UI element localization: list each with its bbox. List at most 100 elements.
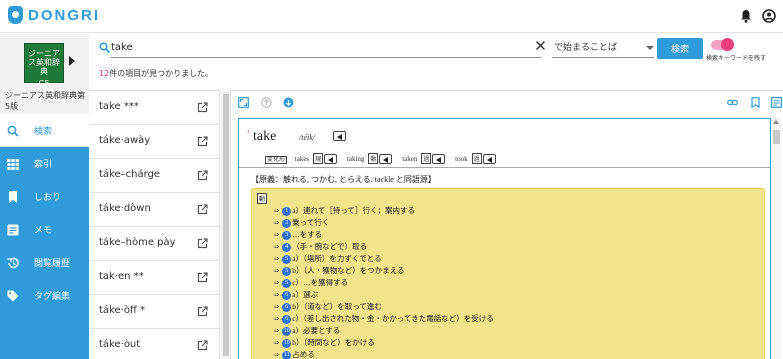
expand-icon[interactable]: [238, 97, 249, 108]
word-label: táke·òut: [99, 339, 141, 350]
sidebar-item-bookmarks[interactable]: しおり: [0, 180, 89, 213]
match-mode-select[interactable]: で始まることば: [552, 38, 654, 58]
speaker-icon[interactable]: [333, 131, 346, 141]
logo-text: DONGRI: [28, 6, 100, 24]
sidebar-item-label: 検索: [34, 127, 53, 137]
form-word: takes: [294, 155, 310, 163]
app-logo[interactable]: DONGRI: [8, 6, 100, 24]
list-item[interactable]: táke–hòme pày: [89, 227, 220, 261]
word-label: táke·dòwn: [99, 203, 151, 214]
speaker-icon[interactable]: [432, 154, 446, 165]
search-input[interactable]: [111, 38, 541, 58]
arrow-down-icon[interactable]: [283, 97, 294, 108]
sense-item[interactable]: ⇒ 2 乗って行く: [273, 217, 329, 228]
account-icon[interactable]: [762, 9, 776, 23]
bookmark-icon: [9, 190, 17, 203]
sense-item[interactable]: ⇒ 6 a）選ぶ: [273, 289, 318, 300]
sidebar-item-label: タグ編集: [34, 292, 71, 302]
sense-text: 乗って行く: [292, 218, 330, 227]
word-label: táke–hòme pày: [99, 237, 176, 248]
cover-edition: G5: [38, 79, 50, 88]
entry-scrollbar[interactable]: [772, 118, 781, 359]
keep-keyword-toggle[interactable]: [711, 38, 734, 51]
sidebar-item-history[interactable]: 閲覧履歴: [0, 246, 89, 279]
open-external-icon[interactable]: [197, 204, 208, 215]
forms-tag: 変化形: [265, 156, 288, 164]
sense-text: a）連れて［持って］行く；案内する: [292, 206, 416, 215]
search-button[interactable]: 検索: [657, 38, 703, 59]
link-icon[interactable]: [727, 97, 738, 108]
sense-item[interactable]: ⇒ 6 c）（差し出された物・金・かかってきた電話など）を受ける: [273, 313, 494, 324]
close-icon[interactable]: [535, 40, 546, 51]
play-arrow-icon[interactable]: [69, 56, 75, 66]
speaker-icon[interactable]: [324, 154, 338, 165]
sense-item[interactable]: ⇒ 6 b）（道など）を取って進む: [273, 301, 382, 312]
sense-item[interactable]: ⇒ 5 b）（人・獲物など）をつかまえる: [273, 265, 405, 276]
sidebar-item-memo[interactable]: メモ: [0, 213, 89, 246]
open-external-icon[interactable]: [197, 136, 208, 147]
sidebar-item-label: メモ: [34, 226, 53, 236]
bookmark-icon[interactable]: [750, 97, 761, 108]
speaker-icon[interactable]: [379, 154, 393, 165]
sense-text: c）（差し出された物・金・かかってきた電話など）を受ける: [292, 314, 494, 323]
scrollbar-thumb[interactable]: [773, 130, 780, 144]
sense-item[interactable]: ⇒ 1 a）連れて［持って］行く；案内する: [273, 205, 415, 216]
open-external-icon[interactable]: [197, 306, 208, 317]
word-list: take *** táke·awày táke–chárge táke·dòwn…: [89, 90, 220, 359]
etymology: 【原義：触れる, つかむ, とらえる. tackle と同語源】: [251, 175, 436, 184]
sidebar-item-tag-edit[interactable]: タグ編集: [0, 279, 89, 312]
pronunciation: /téik/: [299, 133, 315, 142]
sense-item[interactable]: ⇒ 4 （手・腕などで）取る: [273, 241, 367, 252]
sense-number: 6: [282, 290, 292, 300]
word-label: táke–chárge: [99, 169, 161, 180]
open-external-icon[interactable]: [197, 238, 208, 249]
scrollbar-thumb[interactable]: [223, 94, 229, 356]
sense-item[interactable]: ⇒ 5 c）…を獲得する: [273, 277, 348, 288]
form-item: takes 現: [294, 153, 338, 165]
chevron-down-icon[interactable]: [646, 46, 654, 50]
bell-icon[interactable]: [740, 9, 752, 23]
memo-icon[interactable]: [771, 97, 782, 108]
form-tag: 過: [471, 153, 482, 164]
sense-text: a）選ぶ: [292, 290, 319, 299]
memo-icon: [7, 224, 19, 235]
sense-text: a）必要とする: [292, 326, 341, 335]
headword-mark: ¹: [247, 129, 250, 137]
sense-item[interactable]: ⇒ 5 a）（場所）を力ずくでとる: [273, 253, 382, 264]
scroll-up-icon[interactable]: [773, 120, 779, 124]
open-external-icon[interactable]: [197, 102, 208, 113]
sense-number: 3: [282, 230, 292, 240]
headword: take: [253, 129, 277, 144]
sense-item[interactable]: ⇒ 10 a）必要とする: [273, 325, 340, 336]
dictionary-selector[interactable]: ジーニアス英和辞典 G5 ジーニアス英和辞典第5版: [0, 34, 89, 114]
open-external-icon[interactable]: [197, 272, 208, 283]
speaker-icon[interactable]: [482, 154, 496, 165]
list-item[interactable]: take ***: [89, 91, 220, 125]
list-item[interactable]: táke·òff *: [89, 295, 220, 329]
list-item[interactable]: táke·òut: [89, 329, 220, 359]
sense-text: a）（場所）を力ずくでとる: [292, 254, 382, 263]
word-label: take ***: [99, 101, 139, 112]
list-item[interactable]: táke·awày: [89, 125, 220, 159]
sense-text: 占める: [292, 350, 315, 359]
sense-item[interactable]: ⇒ 11 占める: [273, 349, 315, 359]
form-item: took 過: [455, 153, 496, 165]
sidebar-item-search[interactable]: 検索: [0, 114, 89, 147]
word-list-scrollbar[interactable]: [221, 90, 231, 359]
list-item[interactable]: tak·en **: [89, 261, 220, 295]
list-item[interactable]: táke–chárge: [89, 159, 220, 193]
arrow-up-icon[interactable]: [261, 97, 272, 108]
sense-text: （手・腕などで）取る: [292, 242, 368, 251]
sidebar: ジーニアス英和辞典 G5 ジーニアス英和辞典第5版 検索 索引 しおり メモ 閲…: [0, 34, 89, 359]
sense-number: 5: [282, 266, 292, 276]
entry-card: ¹ take /téik/ 変化形 takes 現 taking 動 taken 過 …: [238, 118, 771, 359]
history-icon: [7, 257, 19, 268]
sidebar-item-index[interactable]: 索引: [0, 147, 89, 180]
word-label: táke·òff *: [99, 305, 146, 316]
list-item[interactable]: táke·dòwn: [89, 193, 220, 227]
sense-number: 6: [282, 314, 292, 324]
sense-item[interactable]: ⇒ 3 …をする: [273, 229, 322, 240]
open-external-icon[interactable]: [197, 170, 208, 181]
sense-item[interactable]: ⇒ 10 b）（時間など）をかける: [273, 337, 375, 348]
open-external-icon[interactable]: [197, 340, 208, 351]
